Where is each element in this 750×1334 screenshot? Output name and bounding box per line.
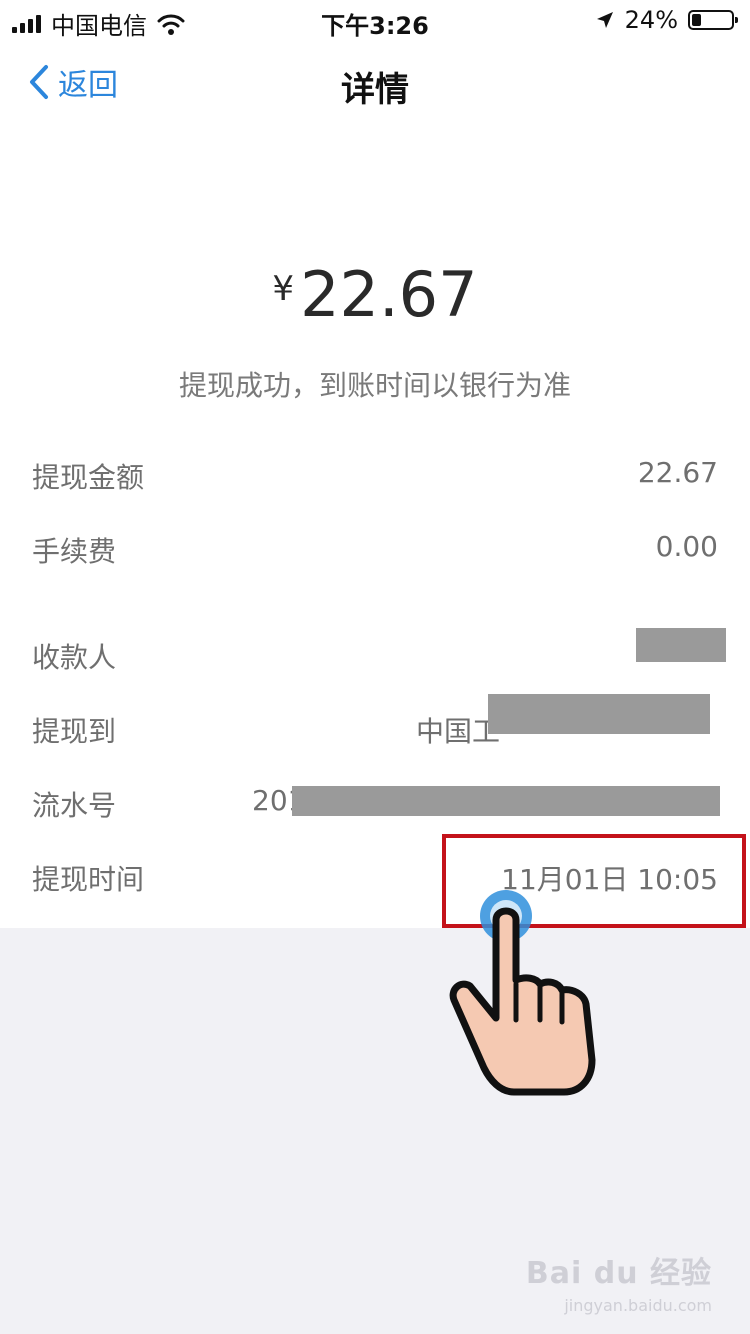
row-payee: 收款人: [0, 628, 750, 678]
row-label: 提现金额: [32, 461, 145, 494]
nav-bar: 返回 详情: [0, 40, 750, 128]
row-withdraw-to: 提现到 中国工: [0, 694, 750, 752]
amount-display: ¥22.67: [0, 258, 750, 331]
status-message: 提现成功，到账时间以银行为准: [178, 369, 571, 402]
location-arrow-icon: [596, 12, 613, 28]
row-label: 手续费: [32, 535, 117, 568]
battery-fill: [692, 14, 702, 26]
redaction-block: [488, 694, 710, 734]
watermark-logo: Bai du 经验: [525, 1256, 712, 1291]
row-amount: 提现金额 22.67: [0, 448, 750, 498]
status-bar: 中国电信 下午3:26 24%: [0, 0, 750, 40]
detail-panel: ¥22.67 提现成功，到账时间以银行为准 提现金额 22.67 手续费 0.0…: [0, 128, 750, 928]
row-label: 收款人: [32, 641, 117, 674]
row-label: 流水号: [32, 789, 117, 822]
status-right: 24%: [595, 6, 738, 34]
page-title: 详情: [341, 70, 409, 110]
row-fee: 手续费 0.00: [0, 522, 750, 572]
row-label: 提现到: [32, 715, 117, 748]
redaction-block: [292, 786, 720, 816]
row-value: 22.67: [637, 456, 718, 489]
battery-percent: 24%: [624, 6, 678, 34]
pointing-hand-icon: [449, 890, 596, 1096]
battery-icon: [688, 10, 738, 30]
row-serial: 流水号 201: [0, 776, 750, 826]
redaction-block: [636, 628, 726, 662]
watermark: Bai du 经验 jingyan.baidu.com: [526, 1248, 712, 1315]
currency-symbol: ¥: [272, 269, 295, 309]
row-label: 提现时间: [32, 863, 145, 896]
row-value: 0.00: [655, 530, 718, 563]
watermark-url: jingyan.baidu.com: [564, 1296, 712, 1315]
amount-value: 22.67: [300, 258, 478, 331]
